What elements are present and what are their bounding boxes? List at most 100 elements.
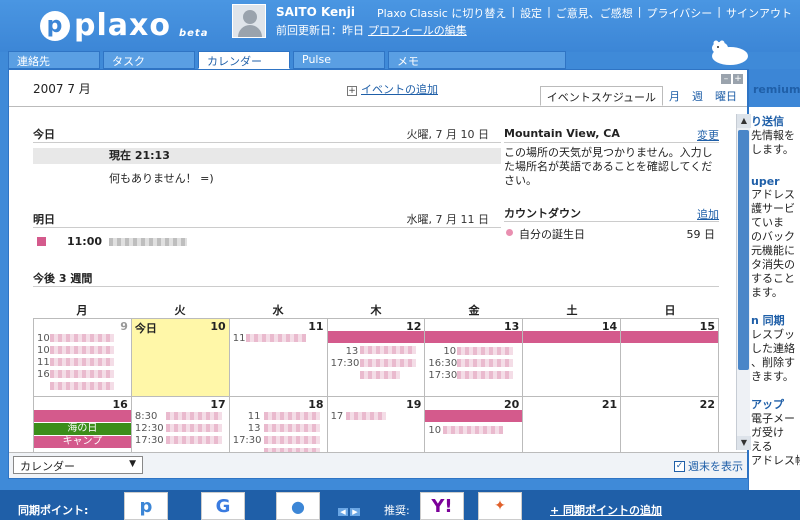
tab-day[interactable]: 曜日 — [709, 86, 743, 106]
day-cell[interactable]: 11 11 — [229, 319, 328, 397]
multi-day-event-bar[interactable] — [425, 410, 523, 422]
add-event-link[interactable]: + イベントの追加 — [347, 81, 438, 97]
calendar-select[interactable]: カレンダー ▼ — [13, 456, 143, 474]
day-cell[interactable]: 14 — [523, 319, 622, 397]
tab-pulse[interactable]: Pulse — [293, 51, 385, 69]
tab-event-schedule[interactable]: イベントスケジュール — [539, 86, 663, 106]
day-cell[interactable]: 9 10 10 11 16 — [34, 319, 132, 397]
event-time[interactable]: 11 — [37, 357, 50, 368]
day-cell[interactable]: 17 8:30 12:30 17:30 — [132, 397, 230, 456]
multi-day-event-bar[interactable] — [327, 331, 425, 343]
event-title-redacted[interactable] — [50, 382, 114, 390]
sidebar-link[interactable]: り送信 — [751, 113, 800, 129]
event-title-redacted[interactable] — [443, 426, 504, 434]
event-title-redacted[interactable] — [109, 238, 187, 246]
event-title-redacted[interactable] — [245, 334, 306, 342]
prev-arrow-icon[interactable]: ◀ — [338, 508, 348, 516]
classic-switch-link[interactable]: Plaxo Classic に切り替え — [377, 5, 506, 21]
countdown-add-link[interactable]: 追加 — [697, 206, 719, 222]
apple-icon[interactable]: ● — [276, 492, 320, 520]
event-time[interactable]: 17:30 — [135, 435, 164, 446]
event-title-redacted[interactable] — [50, 358, 114, 366]
feedback-link[interactable]: ご意見、ご感想 — [556, 5, 633, 21]
day-cell[interactable]: 15 — [621, 319, 719, 397]
checkbox-checked-icon[interactable]: ✓ — [674, 460, 685, 472]
sidebar-link[interactable]: uper — [751, 175, 800, 188]
minimize-icon[interactable]: – — [721, 74, 731, 84]
tab-week[interactable]: 週 — [686, 86, 709, 106]
show-weekends-toggle[interactable]: ✓ 週末を表示 — [674, 458, 743, 474]
event-title-redacted[interactable] — [359, 359, 416, 367]
event-title-redacted[interactable] — [50, 346, 114, 354]
event-title-redacted[interactable] — [165, 424, 222, 432]
tab-month[interactable]: 月 — [663, 86, 686, 106]
day-cell[interactable]: 12 13 17:30 — [327, 319, 426, 397]
event-title-redacted[interactable] — [50, 334, 114, 342]
event-title-redacted[interactable] — [263, 436, 320, 444]
event-time[interactable]: 12:30 — [135, 423, 164, 434]
event-time[interactable]: 10 — [428, 425, 441, 436]
privacy-link[interactable]: プライバシー — [647, 5, 713, 21]
day-cell[interactable]: 13 10 16:30 17:30 — [425, 319, 524, 397]
event-title-redacted[interactable] — [359, 371, 400, 379]
avatar[interactable] — [232, 4, 266, 38]
scroll-thumb[interactable] — [738, 130, 749, 370]
tab-calendar[interactable]: カレンダー — [198, 51, 290, 69]
event-title-redacted[interactable] — [165, 436, 222, 444]
event-title-redacted[interactable] — [457, 371, 514, 379]
event-time[interactable]: 10 — [443, 346, 456, 357]
event-time[interactable]: 13 — [346, 346, 359, 357]
yahoo-icon[interactable]: Y! — [420, 492, 464, 520]
scroll-down-icon[interactable]: ▼ — [737, 436, 751, 450]
event-time[interactable]: 16:30 — [428, 358, 457, 369]
event-title-redacted[interactable] — [457, 359, 514, 367]
event-time[interactable]: 11:00 — [67, 235, 102, 248]
tab-notes[interactable]: メモ — [388, 51, 566, 69]
event-time[interactable]: 11 — [248, 411, 261, 422]
event-time[interactable]: 10 — [37, 345, 50, 356]
event-title-redacted[interactable] — [263, 424, 320, 432]
day-cell[interactable]: 20 10 — [425, 397, 524, 456]
plaxo-icon[interactable]: p — [124, 492, 168, 520]
event-title-redacted[interactable] — [50, 370, 114, 378]
windows-icon[interactable]: ✦ — [478, 492, 522, 520]
event-time[interactable]: 17:30 — [428, 370, 457, 381]
google-icon[interactable]: G — [201, 492, 245, 520]
event-title-redacted[interactable] — [263, 412, 320, 420]
event-title-redacted[interactable] — [165, 412, 222, 420]
tab-tasks[interactable]: タスク — [103, 51, 195, 69]
multi-day-event-bar[interactable] — [621, 331, 718, 343]
signout-link[interactable]: サインアウト — [726, 5, 792, 21]
event-time[interactable]: 17 — [331, 411, 344, 422]
day-cell[interactable]: 16 海の日 キャンプ — [34, 397, 132, 456]
weather-change-link[interactable]: 変更 — [697, 127, 719, 143]
edit-profile-link[interactable]: プロフィールの編集 — [368, 24, 467, 37]
multi-day-event-bar[interactable] — [523, 331, 621, 343]
day-cell[interactable]: 22 — [621, 397, 719, 456]
event-time[interactable]: 11 — [233, 333, 246, 344]
event-time[interactable]: 17:30 — [233, 435, 262, 446]
scroll-up-icon[interactable]: ▲ — [737, 114, 751, 128]
event-time[interactable]: 16 — [37, 369, 50, 380]
event-time[interactable]: 10 — [37, 333, 50, 344]
vertical-scrollbar[interactable]: ▲ ▼ — [736, 114, 751, 450]
next-arrow-icon[interactable]: ▶ — [350, 508, 360, 516]
sidebar-link[interactable]: n 同期 — [751, 312, 800, 328]
event-title-redacted[interactable] — [359, 346, 416, 354]
settings-link[interactable]: 設定 — [520, 5, 542, 21]
event-title-redacted[interactable] — [345, 412, 386, 420]
day-cell[interactable]: 21 — [523, 397, 622, 456]
day-cell[interactable]: 19 17 — [328, 397, 426, 456]
event-time[interactable]: 13 — [248, 423, 261, 434]
maximize-icon[interactable]: + — [733, 74, 743, 84]
event-time[interactable]: 8:30 — [135, 411, 157, 422]
plaxo-logo[interactable]: p plaxo beta — [40, 8, 208, 43]
day-cell[interactable]: 18 11 13 17:30 — [230, 397, 328, 456]
add-sync-point-link[interactable]: + 同期ポイントの追加 — [550, 502, 662, 518]
event-time[interactable]: 17:30 — [331, 358, 360, 369]
sidebar-link[interactable]: アップ — [751, 396, 800, 412]
countdown-item[interactable]: 自分の誕生日 — [519, 226, 585, 242]
multi-day-event-bar[interactable] — [34, 410, 131, 422]
tab-contacts[interactable]: 連絡先 — [8, 51, 100, 69]
event-title-redacted[interactable] — [457, 347, 514, 355]
